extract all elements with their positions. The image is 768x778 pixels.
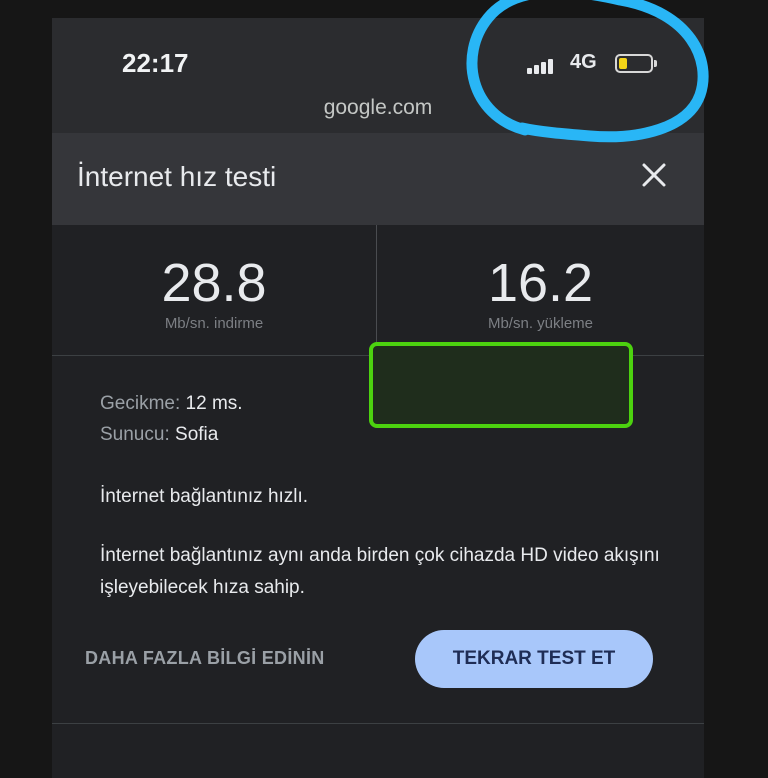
latency-label: Gecikme: xyxy=(100,393,181,414)
phone-screen: 22:17 4G google.com İnternet hız testi 2… xyxy=(52,18,704,778)
redaction-box xyxy=(369,342,633,428)
close-button[interactable] xyxy=(634,155,674,195)
retest-button[interactable]: TEKRAR TEST ET xyxy=(415,630,653,688)
server-value: Sofia xyxy=(175,424,219,445)
page-url[interactable]: google.com xyxy=(52,96,704,120)
upload-result: 16.2 Mb/sn. yükleme xyxy=(377,225,704,355)
close-icon xyxy=(642,163,666,187)
network-type: 4G xyxy=(570,51,597,73)
status-description: İnternet bağlantınız aynı anda birden ço… xyxy=(100,545,660,598)
learn-more-link[interactable]: DAHA FAZLA BİLGİ EDİNİN xyxy=(85,648,325,669)
status-bar: 22:17 4G google.com xyxy=(52,18,704,133)
download-speed: 28.8 xyxy=(161,253,267,313)
signal-icon xyxy=(527,56,559,74)
upload-speed: 16.2 xyxy=(487,253,594,313)
upload-unit: Mb/sn. yükleme xyxy=(487,315,594,332)
card-title: İnternet hız testi xyxy=(77,161,277,192)
server-label: Sunucu: xyxy=(100,424,170,445)
card-header: İnternet hız testi xyxy=(52,133,704,225)
download-unit: Mb/sn. indirme xyxy=(164,315,264,332)
latency-value: 12 ms. xyxy=(185,393,243,414)
download-result: 28.8 Mb/sn. indirme xyxy=(52,225,376,355)
footer-divider xyxy=(52,723,704,724)
status-headline: İnternet bağlantınız hızlı. xyxy=(100,486,309,507)
status-time: 22:17 xyxy=(122,48,189,78)
speed-results: 28.8 Mb/sn. indirme 16.2 Mb/sn. yükleme xyxy=(52,225,704,356)
battery-icon xyxy=(615,54,657,73)
